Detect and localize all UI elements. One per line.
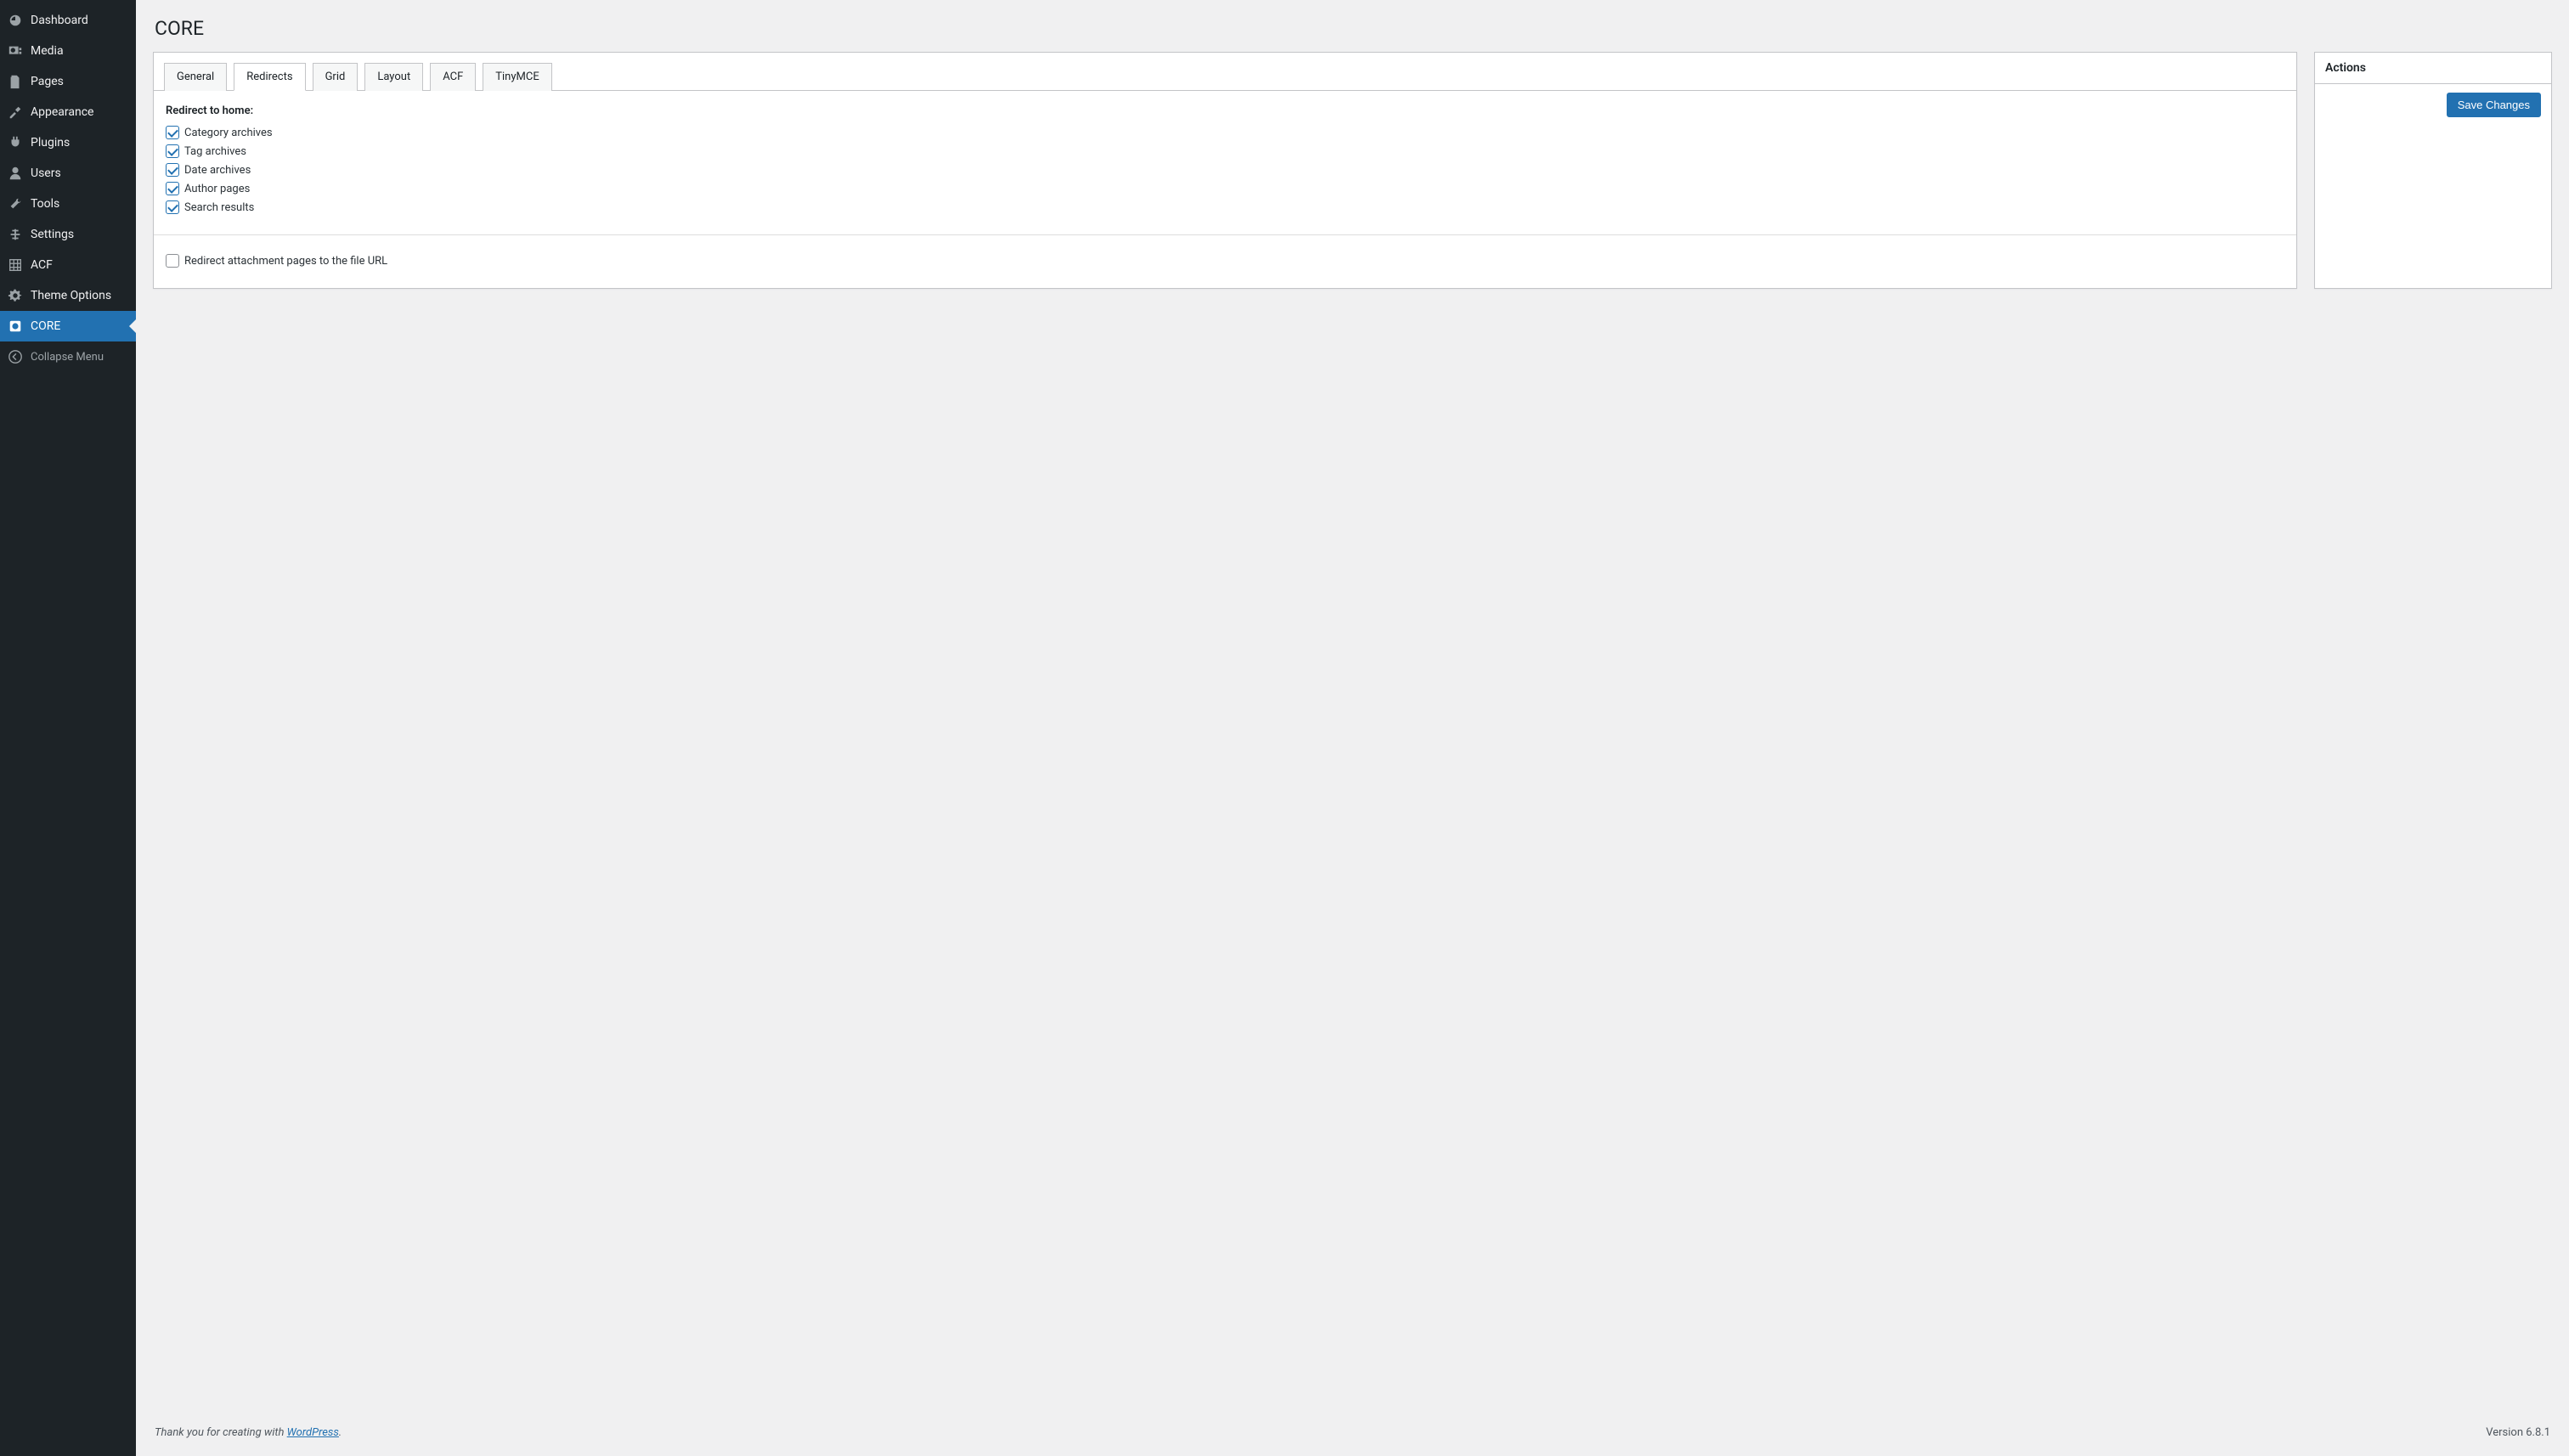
sidebar-item-label: Settings xyxy=(31,228,74,241)
sidebar-item-label: Theme Options xyxy=(31,289,111,302)
tab-layout[interactable]: Layout xyxy=(364,63,423,91)
footer-credit: Thank you for creating with WordPress. xyxy=(155,1426,342,1439)
sidebar-item-tools[interactable]: Tools xyxy=(0,189,136,219)
sidebar-item-acf[interactable]: ACF xyxy=(0,250,136,280)
checkbox-author-pages[interactable] xyxy=(166,182,179,195)
admin-sidebar: Dashboard Media Pages Appearance Plugins… xyxy=(0,0,136,1456)
users-icon xyxy=(7,165,24,182)
field-author-pages: Author pages xyxy=(166,182,2284,195)
checkbox-attachment-redirect[interactable] xyxy=(166,254,179,268)
footer: Thank you for creating with WordPress. V… xyxy=(153,1409,2552,1456)
field-category-archives: Category archives xyxy=(166,126,2284,139)
tab-bar: General Redirects Grid Layout ACF TinyMC… xyxy=(154,53,2296,91)
checkbox-date-archives[interactable] xyxy=(166,163,179,177)
collapse-label: Collapse Menu xyxy=(31,351,104,364)
redirect-attachment-section: Redirect attachment pages to the file UR… xyxy=(154,234,2296,288)
label-date-archives[interactable]: Date archives xyxy=(184,164,251,177)
sidebar-item-core[interactable]: CORE xyxy=(0,311,136,341)
sidebar-item-settings[interactable]: Settings xyxy=(0,219,136,250)
page-title: CORE xyxy=(155,17,2552,40)
settings-panel: General Redirects Grid Layout ACF TinyMC… xyxy=(153,52,2297,289)
sidebar-item-theme-options[interactable]: Theme Options xyxy=(0,280,136,311)
field-tag-archives: Tag archives xyxy=(166,144,2284,158)
sidebar-item-plugins[interactable]: Plugins xyxy=(0,127,136,158)
checkbox-tag-archives[interactable] xyxy=(166,144,179,158)
checkbox-category-archives[interactable] xyxy=(166,126,179,139)
sidebar-item-label: ACF xyxy=(31,258,53,272)
label-search-results[interactable]: Search results xyxy=(184,201,254,214)
tab-acf[interactable]: ACF xyxy=(430,63,476,91)
dashboard-icon xyxy=(7,12,24,29)
field-search-results: Search results xyxy=(166,200,2284,214)
core-icon xyxy=(7,318,24,335)
version-text: Version 6.8.1 xyxy=(2486,1426,2550,1439)
sidebar-item-users[interactable]: Users xyxy=(0,158,136,189)
tab-redirects[interactable]: Redirects xyxy=(234,63,305,91)
plugins-icon xyxy=(7,134,24,151)
pages-icon xyxy=(7,73,24,90)
sidebar-item-appearance[interactable]: Appearance xyxy=(0,97,136,127)
collapse-icon xyxy=(7,348,24,365)
sidebar-item-label: Dashboard xyxy=(31,14,88,27)
media-icon xyxy=(7,42,24,59)
actions-heading: Actions xyxy=(2315,53,2551,84)
sidebar-item-label: Appearance xyxy=(31,105,93,119)
tools-icon xyxy=(7,195,24,212)
field-date-archives: Date archives xyxy=(166,163,2284,177)
wordpress-link[interactable]: WordPress xyxy=(287,1426,339,1439)
sidebar-item-label: CORE xyxy=(31,319,60,333)
gear-icon xyxy=(7,287,24,304)
tab-tinymce[interactable]: TinyMCE xyxy=(483,63,551,91)
sidebar-item-media[interactable]: Media xyxy=(0,36,136,66)
sidebar-item-label: Plugins xyxy=(31,136,70,150)
checkbox-search-results[interactable] xyxy=(166,200,179,214)
actions-panel: Actions Save Changes xyxy=(2314,52,2552,289)
save-button[interactable]: Save Changes xyxy=(2447,93,2541,117)
settings-icon xyxy=(7,226,24,243)
label-author-pages[interactable]: Author pages xyxy=(184,183,250,195)
sidebar-item-label: Media xyxy=(31,44,64,58)
field-attachment-redirect: Redirect attachment pages to the file UR… xyxy=(166,254,2284,268)
label-category-archives[interactable]: Category archives xyxy=(184,127,273,139)
acf-icon xyxy=(7,257,24,274)
tab-grid[interactable]: Grid xyxy=(313,63,359,91)
redirect-home-section: Redirect to home: Category archives Tag … xyxy=(154,91,2296,234)
collapse-menu[interactable]: Collapse Menu xyxy=(0,341,136,372)
appearance-icon xyxy=(7,104,24,121)
redirect-home-heading: Redirect to home: xyxy=(166,104,2284,117)
sidebar-item-pages[interactable]: Pages xyxy=(0,66,136,97)
main-content: CORE General Redirects Grid Layout ACF T… xyxy=(136,0,2569,1456)
tab-general[interactable]: General xyxy=(164,63,227,91)
sidebar-item-label: Tools xyxy=(31,197,59,211)
sidebar-item-label: Pages xyxy=(31,75,64,88)
sidebar-item-label: Users xyxy=(31,166,61,180)
label-attachment-redirect[interactable]: Redirect attachment pages to the file UR… xyxy=(184,255,387,268)
label-tag-archives[interactable]: Tag archives xyxy=(184,145,246,158)
sidebar-item-dashboard[interactable]: Dashboard xyxy=(0,5,136,36)
